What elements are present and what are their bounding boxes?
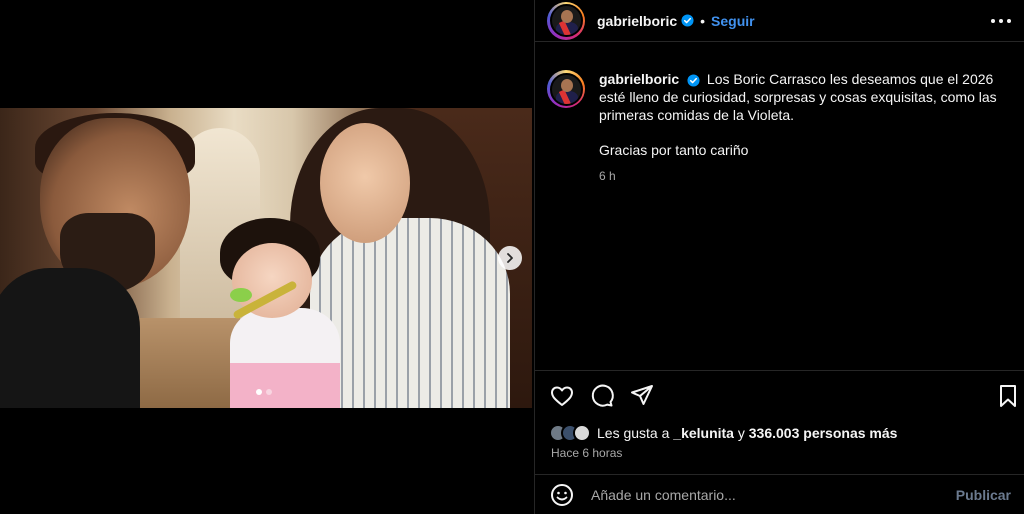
action-bar: [535, 370, 1024, 420]
carousel-next-button[interactable]: [498, 246, 522, 270]
post-side-panel: gabrielboric • Seguir gabrielboric Los B…: [534, 0, 1024, 514]
like-button[interactable]: [549, 383, 575, 409]
post-header: gabrielboric • Seguir: [535, 0, 1024, 42]
avatar[interactable]: [547, 1, 585, 40]
comment-bar: Publicar: [535, 474, 1024, 514]
emoji-face-icon[interactable]: [549, 482, 575, 508]
bookmark-icon: [1000, 385, 1016, 407]
likes-connector: y: [733, 425, 749, 441]
likes-user[interactable]: _kelunita: [673, 425, 734, 441]
publish-button[interactable]: Publicar: [956, 487, 1011, 503]
chevron-right-icon: [507, 253, 513, 263]
comment-input[interactable]: [591, 486, 956, 503]
carousel-dots: [256, 389, 272, 395]
post-photo[interactable]: [0, 108, 532, 408]
likes-text[interactable]: Les gusta a _kelunita y 336.003 personas…: [597, 425, 897, 441]
caption-avatar[interactable]: [547, 70, 585, 108]
post-caption: gabrielboric Los Boric Carrasco les dese…: [547, 70, 1017, 185]
more-options-icon[interactable]: [991, 12, 1011, 30]
save-button[interactable]: [995, 383, 1021, 409]
caption-timestamp[interactable]: 6 h: [599, 167, 1017, 185]
likes-count[interactable]: 336.003 personas más: [749, 425, 898, 441]
paper-plane-icon: [631, 385, 653, 405]
heart-icon: [551, 386, 573, 406]
comment-bubble-icon: [591, 384, 614, 407]
header-separator: •: [700, 12, 706, 29]
likes-prefix: Les gusta a: [597, 425, 674, 441]
media-pane: [0, 0, 534, 514]
share-button[interactable]: [629, 383, 655, 409]
likes-summary: Les gusta a _kelunita y 336.003 personas…: [549, 424, 897, 442]
comment-button[interactable]: [589, 383, 615, 409]
follow-button[interactable]: Seguir: [711, 13, 755, 29]
verified-badge-icon: [681, 14, 694, 27]
carousel-dot-active: [256, 389, 262, 395]
caption-text-line2: Gracias por tanto cariño: [599, 142, 749, 158]
header-username[interactable]: gabrielboric: [597, 13, 677, 29]
post-timestamp[interactable]: Hace 6 horas: [551, 446, 622, 460]
liker-avatar[interactable]: [573, 424, 591, 442]
carousel-dot: [266, 389, 272, 395]
verified-badge-icon: [687, 74, 700, 87]
caption-username[interactable]: gabrielboric: [599, 71, 679, 87]
